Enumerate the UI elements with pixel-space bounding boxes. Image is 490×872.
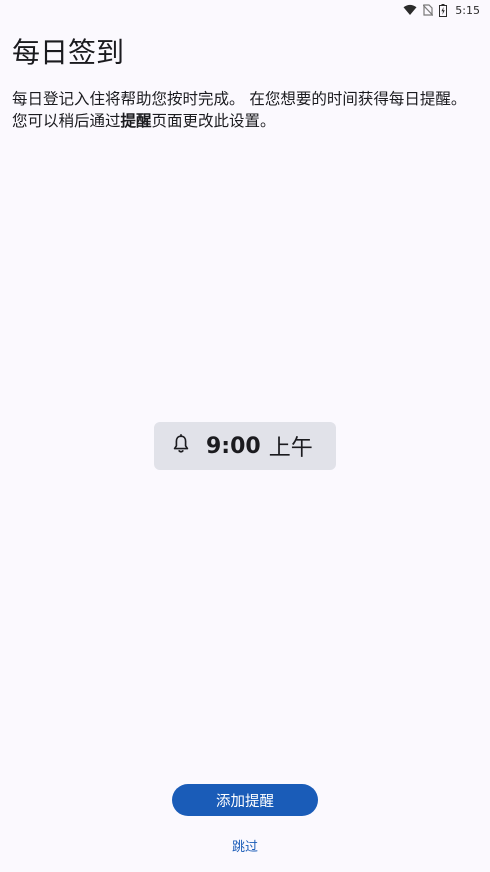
reminder-time-picker[interactable]: 9:00 上午: [154, 422, 336, 470]
skip-button[interactable]: 跳过: [232, 840, 258, 855]
no-sim-icon: [423, 4, 434, 16]
description-text-2: 页面更改此设置。: [151, 112, 276, 130]
add-reminder-button[interactable]: 添加提醒: [172, 784, 318, 816]
battery-icon: [439, 3, 448, 17]
page-title: 每日签到: [12, 36, 125, 69]
wifi-icon: [403, 4, 417, 16]
skip-container: 跳过: [0, 836, 490, 855]
status-bar: 5:15: [0, 0, 490, 20]
description-reminder-link: 提醒: [120, 112, 152, 130]
status-time: 5:15: [455, 3, 480, 17]
reminder-ampm: 上午: [268, 436, 313, 461]
bell-icon: [170, 433, 206, 459]
reminder-time: 9:00: [206, 433, 261, 459]
page-description: 每日登记入住将帮助您按时完成。 在您想要的时间获得每日提醒。 您可以稍后通过提醒…: [12, 88, 478, 132]
